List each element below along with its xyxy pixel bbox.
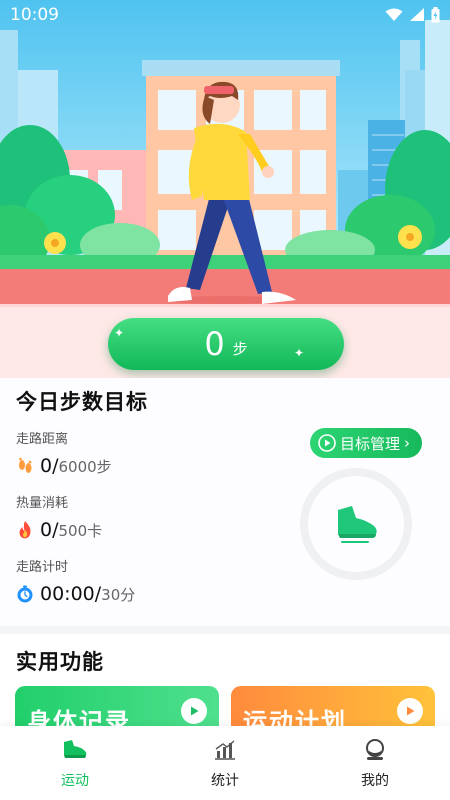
status-bar: 10:09	[0, 0, 450, 30]
nav-item-profile[interactable]: 我的	[300, 726, 450, 800]
distance-value: 0	[40, 455, 53, 477]
nav-item-exercise[interactable]: 运动	[0, 726, 150, 800]
goal-title: 今日步数目标	[16, 390, 148, 414]
metric-label: 走路计时	[16, 560, 69, 575]
signal-icon	[410, 8, 424, 21]
bottom-nav: 运动 统计 我的	[0, 726, 450, 800]
sparkle-icon: ✦	[114, 326, 125, 340]
goal-manage-button[interactable]: 目标管理 ›	[309, 428, 422, 458]
nav-item-stats[interactable]: 统计	[150, 726, 300, 800]
status-icons	[385, 7, 440, 23]
timer-goal: 30分	[101, 586, 136, 604]
chart-icon	[211, 736, 239, 764]
metric-calories: 热量消耗 0 / 500卡	[16, 492, 102, 541]
step-count: 0	[204, 325, 225, 363]
stopwatch-icon	[16, 585, 34, 603]
play-icon	[397, 698, 423, 724]
sparkle-icon: ✦	[293, 346, 304, 360]
flame-icon	[16, 521, 34, 539]
sneaker-icon	[338, 506, 377, 543]
sneaker-icon	[61, 736, 89, 764]
calories-value: 0	[40, 519, 53, 541]
timer-value: 00:00	[40, 583, 95, 605]
status-time: 10:09	[10, 5, 59, 25]
chevron-right-icon: ›	[404, 434, 410, 452]
wifi-icon	[385, 8, 403, 21]
metric-distance: 走路距离 0 / 6000步	[16, 428, 112, 477]
profile-icon	[361, 736, 389, 764]
battery-icon	[431, 7, 440, 23]
step-unit: 步	[232, 339, 248, 358]
nav-label: 我的	[361, 773, 389, 789]
section-divider	[0, 626, 450, 634]
footprints-icon	[16, 457, 34, 475]
daily-goal-card: 今日步数目标 目标管理 › 走路距离 0 / 6000步 热量消耗 0 / 50…	[0, 378, 450, 630]
metric-timer: 走路计时 00:00 / 30分	[16, 556, 135, 605]
hero-banner: 0 步 ✦ ✦	[0, 0, 450, 378]
metric-label: 走路距离	[16, 432, 69, 447]
play-circle-icon	[318, 434, 336, 452]
step-counter: 0 步 ✦ ✦	[108, 318, 344, 370]
progress-ring	[300, 468, 412, 580]
nav-label: 统计	[211, 773, 239, 789]
distance-goal: 6000步	[58, 458, 112, 476]
play-icon	[181, 698, 207, 724]
goal-manage-label: 目标管理	[339, 434, 400, 453]
functions-title: 实用功能	[16, 650, 104, 674]
calories-goal: 500卡	[58, 522, 103, 540]
nav-label: 运动	[61, 773, 89, 789]
metric-label: 热量消耗	[16, 496, 69, 511]
